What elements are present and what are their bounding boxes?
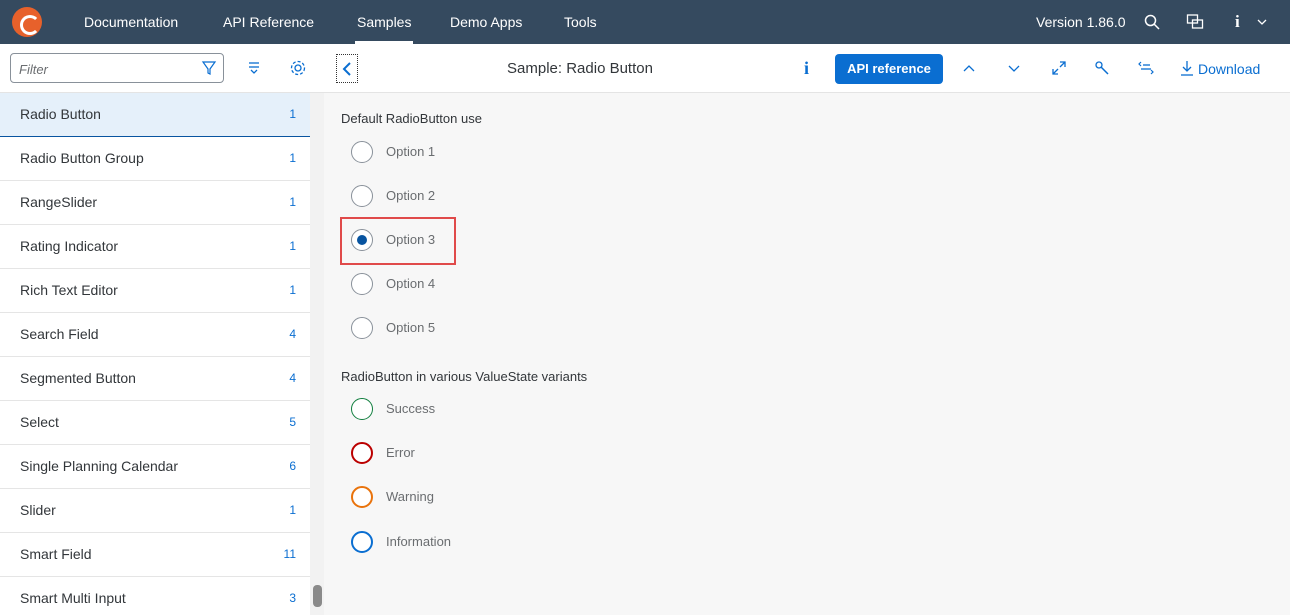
radio-circle-error[interactable] [351, 442, 373, 464]
list-item-label: Smart Field [20, 546, 92, 562]
list-item-count: 1 [289, 283, 296, 297]
radio-circle[interactable] [351, 317, 373, 339]
list-item-count: 1 [289, 107, 296, 121]
sort-icon[interactable] [246, 60, 262, 76]
section-title-value-state: RadioButton in various ValueState varian… [341, 369, 588, 384]
api-reference-button[interactable]: API reference [835, 54, 943, 84]
settings-icon[interactable] [289, 59, 307, 77]
list-item-segmented-button[interactable]: Segmented Button 4 [0, 357, 310, 401]
list-item-count: 1 [289, 151, 296, 165]
radio-circle-warning[interactable] [351, 486, 373, 508]
list-item-search-field[interactable]: Search Field 4 [0, 313, 310, 357]
chevron-left-icon [342, 62, 351, 76]
feedback-icon[interactable] [1186, 13, 1204, 31]
sample-content: Default RadioButton use Option 1 Option … [324, 93, 1290, 615]
filter-input[interactable] [19, 60, 189, 78]
scrollbar-track[interactable] [310, 93, 324, 615]
radio-label: Error [386, 445, 415, 460]
list-item-range-slider[interactable]: RangeSlider 1 [0, 181, 310, 225]
shell-bar: Documentation API Reference Samples Demo… [0, 0, 1290, 44]
radio-label: Option 2 [386, 188, 436, 203]
chevron-down-icon[interactable] [1256, 17, 1268, 27]
list-item-single-planning-calendar[interactable]: Single Planning Calendar 6 [0, 445, 310, 489]
list-item-label: RangeSlider [20, 194, 98, 210]
code-icon[interactable] [1138, 60, 1154, 76]
list-item-label: Search Field [20, 326, 99, 342]
list-item-label: Slider [20, 502, 56, 518]
list-item-count: 11 [283, 547, 296, 561]
download-button[interactable]: Download [1198, 61, 1260, 77]
list-item-label: Segmented Button [20, 370, 136, 386]
radio-circle-information[interactable] [351, 531, 373, 553]
radio-circle[interactable] [351, 141, 373, 163]
nav-documentation[interactable]: Documentation [84, 0, 178, 44]
list-item-rich-text-editor[interactable]: Rich Text Editor 1 [0, 269, 310, 313]
list-item-label: Rating Indicator [20, 238, 119, 254]
scrollbar-thumb[interactable] [313, 585, 322, 607]
filter-field[interactable] [10, 53, 224, 83]
list-item-smart-field[interactable]: Smart Field 11 [0, 533, 310, 577]
filter-icon[interactable] [201, 60, 217, 76]
sub-toolbar: Sample: Radio Button i API reference Dow… [0, 44, 1290, 93]
list-item-radio-button[interactable]: Radio Button 1 [0, 93, 310, 137]
radio-circle[interactable] [351, 273, 373, 295]
radio-circle-success[interactable] [351, 398, 373, 420]
list-item-label: Single Planning Calendar [20, 458, 178, 474]
version-label[interactable]: Version 1.86.0 [1036, 0, 1126, 44]
list-item-count: 4 [289, 327, 296, 341]
list-item-slider[interactable]: Slider 1 [0, 489, 310, 533]
highlight-box [340, 217, 456, 265]
radio-label: Option 1 [386, 144, 436, 159]
list-item-count: 6 [289, 459, 296, 473]
section-title-default: Default RadioButton use [341, 111, 482, 126]
list-item-count: 3 [289, 591, 296, 605]
nav-demo-apps[interactable]: Demo Apps [450, 0, 522, 44]
nav-tools[interactable]: Tools [564, 0, 597, 44]
fullscreen-icon[interactable] [1051, 60, 1067, 76]
info-icon[interactable]: i [804, 58, 809, 79]
sample-list: Radio Button 1 Radio Button Group 1 Rang… [0, 93, 312, 615]
nav-api-reference[interactable]: API Reference [223, 0, 314, 44]
list-item-count: 5 [289, 415, 296, 429]
back-button[interactable] [336, 54, 358, 83]
wrench-icon[interactable] [1094, 60, 1110, 76]
list-item-count: 1 [289, 503, 296, 517]
list-item-label: Rich Text Editor [20, 282, 118, 298]
radio-label: Information [386, 534, 452, 549]
radio-label: Option 4 [386, 276, 436, 291]
info-icon[interactable]: i [1235, 0, 1240, 44]
radio-label: Success [386, 401, 436, 416]
list-item-label: Select [20, 414, 59, 430]
list-item-label: Smart Multi Input [20, 590, 126, 606]
list-item-label: Radio Button [20, 106, 101, 122]
radio-label: Warning [386, 489, 434, 504]
list-item-count: 4 [289, 371, 296, 385]
list-item-label: Radio Button Group [20, 150, 144, 166]
nav-samples[interactable]: Samples [354, 0, 414, 44]
chevron-up-icon[interactable] [962, 63, 976, 73]
list-item-rating-indicator[interactable]: Rating Indicator 1 [0, 225, 310, 269]
search-icon[interactable] [1143, 13, 1161, 31]
list-item-smart-multi-input[interactable]: Smart Multi Input 3 [0, 577, 310, 615]
list-item-select[interactable]: Select 5 [0, 401, 310, 445]
download-icon[interactable] [1180, 60, 1194, 76]
radio-label: Option 5 [386, 320, 436, 335]
sample-title: Sample: Radio Button [507, 60, 653, 77]
list-item-radio-button-group[interactable]: Radio Button Group 1 [0, 137, 310, 181]
chevron-down-icon[interactable] [1007, 64, 1021, 74]
logo-icon[interactable] [12, 7, 42, 37]
list-item-count: 1 [289, 195, 296, 209]
list-item-count: 1 [289, 239, 296, 253]
radio-circle[interactable] [351, 185, 373, 207]
